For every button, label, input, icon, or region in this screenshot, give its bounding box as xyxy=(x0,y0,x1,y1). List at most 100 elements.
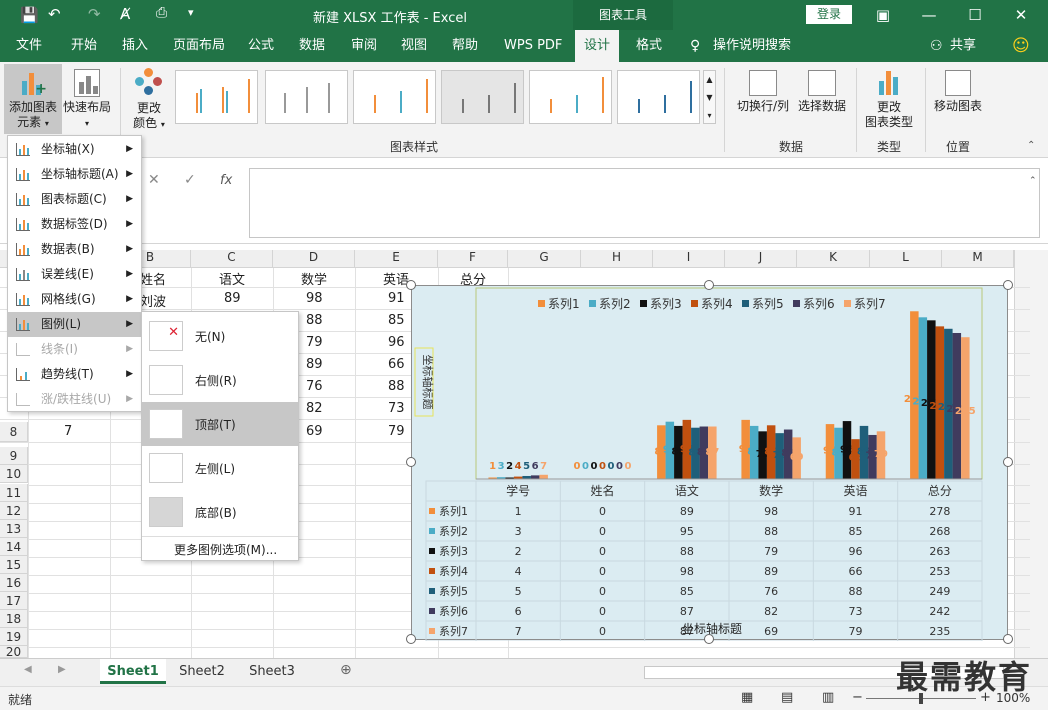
select-data-button[interactable]: 选择数据 xyxy=(794,64,850,124)
add-chart-element-button[interactable]: + 添加图表 元素 ▾ xyxy=(4,64,62,134)
row-header-11[interactable]: 11 xyxy=(0,484,28,502)
zoom-out-icon[interactable]: − xyxy=(852,690,863,705)
menu-axes[interactable]: 坐标轴(X) ▶ xyxy=(8,137,141,162)
cell-e5[interactable]: 66 xyxy=(388,357,405,372)
cell-e6[interactable]: 88 xyxy=(388,379,405,394)
sheet-tab-2[interactable]: Sheet2 xyxy=(168,659,236,684)
save-icon[interactable]: 💾 xyxy=(20,6,39,24)
minimize-icon[interactable]: — xyxy=(906,0,952,30)
normal-view-icon[interactable]: ▦ xyxy=(741,690,753,705)
col-header-i[interactable]: I xyxy=(653,250,725,268)
legend-right[interactable]: 右侧(R) xyxy=(142,358,298,402)
cell-e7[interactable]: 73 xyxy=(388,401,405,416)
tab-format[interactable]: 格式 xyxy=(636,30,662,62)
cell-c1[interactable]: 语文 xyxy=(219,269,245,288)
chart-style-1[interactable] xyxy=(175,70,258,124)
chart-style-2[interactable] xyxy=(265,70,348,124)
cell-d3[interactable]: 88 xyxy=(306,313,323,328)
chart-object[interactable]: 系列1 系列2 系列3 系列4 系列5 系列6 系列7 坐标轴标题 1 3 2 4 5 6 7 0 0 0 0 0 0 0… xyxy=(411,285,1008,642)
move-chart-button[interactable]: 移动图表 xyxy=(930,64,986,124)
page-break-view-icon[interactable]: ▥ xyxy=(822,690,834,705)
tab-page-layout[interactable]: 页面布局 xyxy=(173,30,225,62)
tab-home[interactable]: 开始 xyxy=(71,30,97,62)
cell-e2[interactable]: 91 xyxy=(388,291,405,306)
legend-more-options[interactable]: 更多图例选项(M)... xyxy=(174,541,277,558)
cell-d6[interactable]: 76 xyxy=(306,379,323,394)
menu-legend[interactable]: 图例(L) ▶ xyxy=(8,312,141,337)
cell-c2[interactable]: 89 xyxy=(224,291,241,306)
change-colors-button[interactable]: 更改 颜色 ▾ xyxy=(126,64,172,134)
cell-a8[interactable]: 7 xyxy=(64,424,72,439)
tab-insert[interactable]: 插入 xyxy=(122,30,148,62)
styles-scroll[interactable]: ▲ ▼ ▾ xyxy=(703,70,716,124)
next-sheet-icon[interactable]: ▶ xyxy=(58,664,66,675)
menu-data-labels[interactable]: 数据标签(D) ▶ xyxy=(8,212,141,237)
row-header-18[interactable]: 18 xyxy=(0,610,28,628)
cell-e4[interactable]: 96 xyxy=(388,335,405,350)
sheet-tab-1[interactable]: Sheet1 xyxy=(100,659,166,684)
tab-review[interactable]: 审阅 xyxy=(351,30,377,62)
row-header-14[interactable]: 14 xyxy=(0,538,28,556)
row-header-10[interactable]: 10 xyxy=(0,465,28,483)
menu-chart-title[interactable]: 图表标题(C) ▶ xyxy=(8,187,141,212)
tab-design[interactable]: 设计 xyxy=(575,30,620,62)
chart-style-6[interactable] xyxy=(617,70,700,124)
tell-me-search[interactable]: 操作说明搜索 xyxy=(713,30,791,62)
row-header-9[interactable]: 9 xyxy=(0,447,28,465)
chart-style-5[interactable] xyxy=(529,70,612,124)
cell-d1[interactable]: 数学 xyxy=(301,269,327,288)
tab-file[interactable]: 文件 xyxy=(16,30,42,62)
cell-d4[interactable]: 79 xyxy=(306,335,323,350)
tab-help[interactable]: 帮助 xyxy=(452,30,478,62)
switch-row-col-button[interactable]: 切换行/列 xyxy=(734,64,792,124)
row-header-15[interactable]: 15 xyxy=(0,556,28,574)
formula-collapse-icon[interactable]: ⌃ xyxy=(1029,176,1037,186)
col-header-h[interactable]: H xyxy=(581,250,653,268)
menu-trendline[interactable]: 趋势线(T) ▶ xyxy=(8,362,141,387)
cell-d5[interactable]: 89 xyxy=(306,357,323,372)
row-header-20[interactable]: 20 xyxy=(0,646,28,658)
cell-d2[interactable]: 98 xyxy=(306,291,323,306)
share-button[interactable]: 共享 xyxy=(950,30,976,62)
collapse-ribbon-icon[interactable]: ⌃ xyxy=(1027,140,1035,151)
smiley-icon[interactable]: ☺ xyxy=(1012,30,1030,62)
cell-b2[interactable]: 刘波 xyxy=(140,291,166,310)
enter-icon[interactable]: ✓ xyxy=(184,172,196,188)
vertical-scrollbar[interactable] xyxy=(1014,250,1048,658)
cell-b1[interactable]: 姓名 xyxy=(140,269,166,288)
menu-gridlines[interactable]: 网格线(G) ▶ xyxy=(8,287,141,312)
cell-d8[interactable]: 69 xyxy=(306,424,323,439)
sheet-tab-3[interactable]: Sheet3 xyxy=(238,659,306,684)
customize-toolbar-icon[interactable]: ▾ xyxy=(188,6,194,19)
quick-layout-button[interactable]: 快速布局 ▾ xyxy=(62,64,112,134)
col-header-e[interactable]: E xyxy=(355,250,438,268)
row-header-19[interactable]: 19 xyxy=(0,628,28,646)
row-header-13[interactable]: 13 xyxy=(0,520,28,538)
tab-wps-pdf[interactable]: WPS PDF xyxy=(504,30,562,62)
cell-d7[interactable]: 82 xyxy=(306,401,323,416)
add-sheet-icon[interactable]: ⊕ xyxy=(340,662,352,678)
col-header-f[interactable]: F xyxy=(438,250,508,268)
col-header-l[interactable]: L xyxy=(870,250,942,268)
cell-e8[interactable]: 79 xyxy=(388,424,405,439)
tab-data[interactable]: 数据 xyxy=(299,30,325,62)
login-button[interactable]: 登录 xyxy=(806,5,852,24)
col-header-d[interactable]: D xyxy=(273,250,355,268)
ribbon-display-icon[interactable]: ▣ xyxy=(860,0,906,30)
maximize-icon[interactable]: ☐ xyxy=(952,0,998,30)
change-chart-type-button[interactable]: 更改 图表类型 xyxy=(860,64,918,136)
col-header-j[interactable]: J xyxy=(725,250,797,268)
col-header-m[interactable]: M xyxy=(942,250,1014,268)
tab-formulas[interactable]: 公式 xyxy=(248,30,274,62)
chart-style-4[interactable] xyxy=(441,70,524,124)
insert-function-icon[interactable]: fx xyxy=(220,173,232,188)
legend-none[interactable]: ✕ 无(N) xyxy=(142,314,298,358)
row-header-12[interactable]: 12 xyxy=(0,502,28,520)
redo-icon[interactable]: ↷ xyxy=(88,5,101,23)
preview-icon[interactable]: ⎙ xyxy=(156,5,167,21)
format-painter-icon[interactable]: Ⱥ xyxy=(120,5,130,23)
cell-e3[interactable]: 85 xyxy=(388,313,405,328)
prev-sheet-icon[interactable]: ◀ xyxy=(24,664,32,675)
col-header-k[interactable]: K xyxy=(797,250,870,268)
close-icon[interactable]: ✕ xyxy=(998,0,1044,30)
